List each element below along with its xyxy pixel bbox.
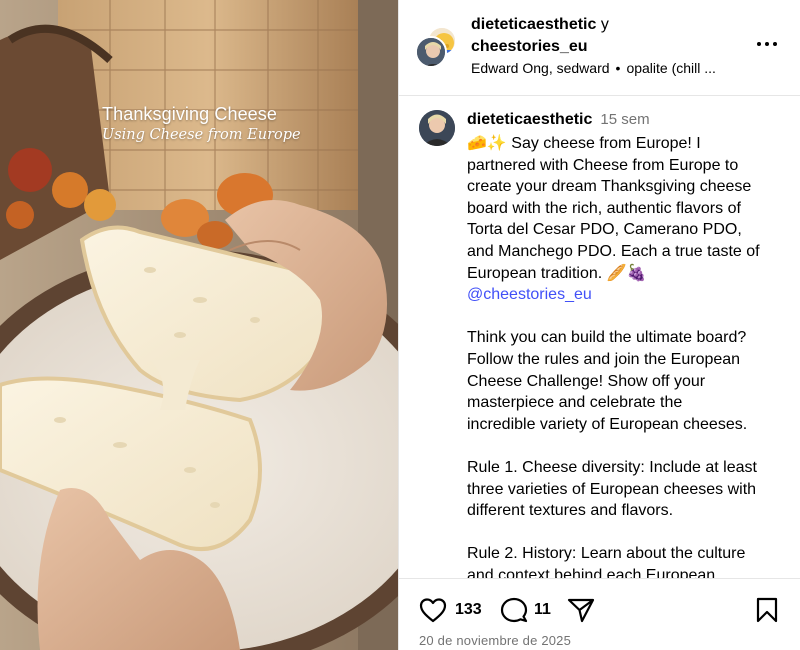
post-actions-bar: 133 11 20 de noviembre de 2025 — [399, 578, 800, 650]
post-date[interactable]: 20 de noviembre de 2025 — [419, 633, 571, 648]
caption-line: different textures and flavors. — [467, 502, 674, 520]
caption-line: Think you can build the ultimate board? — [467, 329, 747, 347]
caption-line: three varieties of European cheeses with — [467, 480, 757, 498]
share-button[interactable] — [567, 597, 595, 623]
caption-time[interactable]: 15 sem — [600, 111, 649, 128]
caption-mention-link[interactable]: @cheestories_eu — [467, 286, 592, 303]
post-subheader: Edward Ong, sedward • opalite (chill ... — [471, 60, 716, 76]
comment-count[interactable]: 11 — [534, 601, 551, 619]
save-button[interactable] — [755, 597, 779, 623]
heart-icon — [419, 598, 447, 623]
separator-dot: • — [615, 60, 621, 76]
audio-track[interactable]: opalite (chill ... — [626, 60, 715, 76]
tagged-people[interactable]: Edward Ong, sedward — [471, 60, 610, 76]
caption-line: Rule 2. History: Learn about the culture — [467, 545, 746, 563]
send-icon — [567, 598, 595, 623]
caption-line: masterpiece and celebrate the — [467, 394, 683, 412]
caption-line: Cheese Challenge! Show off your — [467, 372, 706, 390]
post-details-panel: dieteticaesthetic y cheestories_eu Edwar… — [398, 0, 800, 650]
caption-line: board with the rich, authentic flavors o… — [467, 199, 741, 217]
bookmark-icon — [756, 597, 778, 623]
like-button[interactable] — [419, 597, 447, 623]
caption-line: incredible variety of European cheeses. — [467, 415, 748, 433]
collaborator-username[interactable]: cheestories_eu — [471, 38, 588, 55]
post-media[interactable]: Thanksgiving Cheese Using Cheese from Eu… — [0, 0, 398, 650]
caption-line: and Manchego PDO. Each a true taste of — [467, 242, 760, 260]
caption-line: partnered with Cheese from Europe to — [467, 156, 739, 174]
more-options-button[interactable] — [755, 34, 779, 54]
caption-header: dieteticaesthetic 15 sem — [467, 111, 650, 129]
collab-avatars[interactable] — [415, 24, 459, 68]
caption-line: and context behind each European — [467, 566, 716, 578]
caption-line: create your dream Thanksgiving cheese — [467, 178, 752, 196]
cheese-photo — [0, 0, 398, 650]
caption-line: Follow the rules and join the European — [467, 350, 741, 368]
caption-line: European tradition. 🥖🍇 — [467, 264, 647, 282]
video-overlay-title: Thanksgiving Cheese — [102, 104, 278, 124]
post-authors: dieteticaesthetic y cheestories_eu — [471, 14, 609, 58]
comment-icon — [500, 597, 528, 623]
caption-scroll-area[interactable]: dieteticaesthetic 15 sem 🧀✨ Say cheese fr… — [399, 97, 800, 578]
caption-line: 🧀✨ Say cheese from Europe! I — [467, 135, 701, 152]
caption-line: Torta del Cesar PDO, Camerano PDO, — [467, 221, 742, 239]
caption-line: Rule 1. Cheese diversity: Include at lea… — [467, 458, 757, 476]
video-overlay-subtitle: Using Cheese from Europe — [102, 127, 301, 143]
author-avatar[interactable] — [415, 36, 447, 68]
more-horizontal-icon — [757, 42, 777, 46]
caption-username[interactable]: dieteticaesthetic — [467, 111, 592, 128]
post-header: dieteticaesthetic y cheestories_eu Edwar… — [399, 0, 800, 96]
caption-text: 🧀✨ Say cheese from Europe! I partnered w… — [467, 133, 787, 578]
like-count[interactable]: 133 — [455, 601, 482, 619]
author-username[interactable]: dieteticaesthetic — [471, 16, 596, 33]
comment-button[interactable] — [500, 597, 528, 623]
caption-author-avatar[interactable] — [419, 110, 455, 146]
authors-conjunction: y — [600, 16, 609, 33]
